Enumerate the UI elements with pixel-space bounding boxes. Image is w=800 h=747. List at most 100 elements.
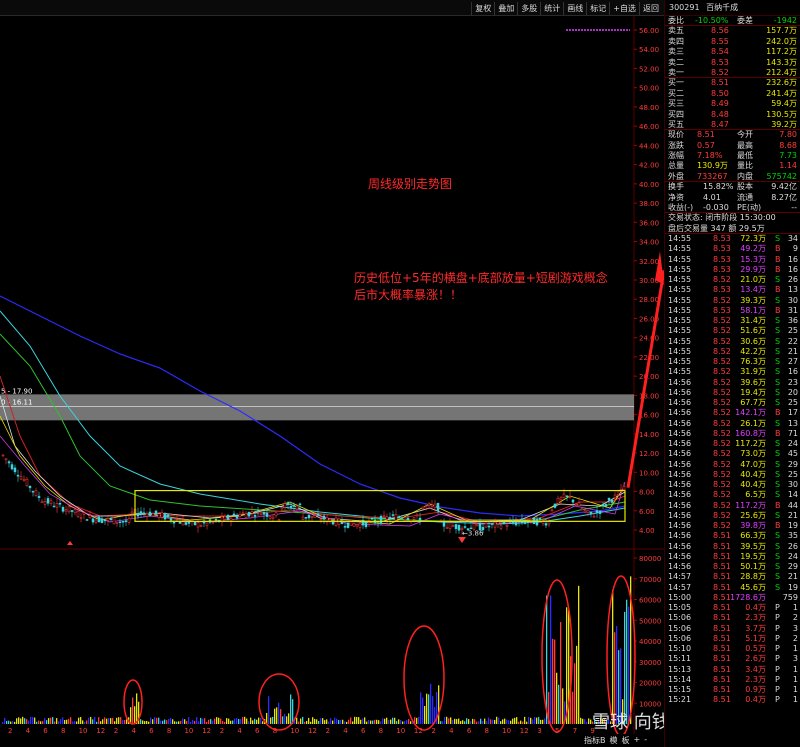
volume-bar xyxy=(262,721,264,724)
candle-body xyxy=(382,514,386,517)
price-tick-label: 32.00 xyxy=(639,258,659,266)
volume-bar xyxy=(316,719,318,724)
tick-side: P xyxy=(775,644,780,654)
candle-body xyxy=(163,513,167,520)
candle-body xyxy=(112,517,116,525)
quote-value: 1.14 xyxy=(779,161,797,171)
candle-body xyxy=(115,522,119,524)
candle-body xyxy=(118,521,122,523)
quote-value: 15.82% xyxy=(703,182,734,192)
kline-chart-svg[interactable]: 56.0054.0052.0050.0048.0046.0044.0042.00… xyxy=(0,16,664,734)
candle-body xyxy=(265,512,269,517)
volume-bar xyxy=(292,699,294,724)
tick-time: 14:56 xyxy=(668,521,692,531)
candle-body xyxy=(268,516,272,519)
volume-bar xyxy=(170,717,172,724)
tick-count: 1 xyxy=(792,674,798,684)
tick-side: S xyxy=(775,480,781,490)
tick-time: 14:56 xyxy=(668,428,692,438)
quote-label: PE(动) xyxy=(737,203,762,213)
tick-row: 14:56 8.52 25.6万 S 21 xyxy=(665,511,800,521)
tick-amount: 0.5万 xyxy=(745,644,766,654)
candle-body xyxy=(31,490,35,493)
candle-body xyxy=(136,513,140,517)
volume-bar xyxy=(18,717,20,724)
quote-value: 4.01 xyxy=(703,192,721,202)
tick-price: 8.51 xyxy=(713,582,731,592)
candle-body xyxy=(520,518,524,523)
candle-body xyxy=(76,510,80,517)
tick-price: 8.51 xyxy=(713,572,731,582)
toolbar-button[interactable]: 多股 xyxy=(517,2,540,15)
volume-bar xyxy=(318,720,320,724)
volume-bar xyxy=(240,719,242,724)
volume-bar xyxy=(626,599,628,724)
volume-bar xyxy=(350,717,352,724)
tick-amount: 73.0万 xyxy=(740,449,766,459)
candle-body xyxy=(403,518,407,521)
tick-row: 15:06 8.51 2.3万 P 2 xyxy=(665,613,800,623)
volume-bar xyxy=(220,718,222,724)
tick-row: 14:56 8.52 47.0万 S 29 xyxy=(665,460,800,470)
ask-label: 卖二 xyxy=(668,57,684,67)
tick-count: 19 xyxy=(787,582,798,592)
x-axis-label: 2 xyxy=(114,727,118,734)
volume-bar xyxy=(94,716,96,724)
tick-amount: 3.7万 xyxy=(745,623,766,633)
quote-label: 股本 xyxy=(737,182,753,192)
toolbar-button[interactable]: 画线 xyxy=(563,2,586,15)
volume-bar xyxy=(42,721,44,724)
quote-value: -0.030 xyxy=(703,203,729,213)
tick-time: 14:55 xyxy=(668,275,692,285)
toolbar-button[interactable]: 返回 xyxy=(639,2,662,15)
volume-bar xyxy=(346,721,348,724)
toolbar-button[interactable]: 复权 xyxy=(471,2,494,15)
bottom-tab[interactable]: 指标B xyxy=(584,735,606,747)
bottom-tab[interactable]: + xyxy=(634,735,641,747)
volume-bar xyxy=(244,716,246,724)
toolbar-button[interactable]: 标记 xyxy=(586,2,609,15)
volume-bar xyxy=(242,717,244,724)
ask-volume: 157.7万 xyxy=(766,26,797,36)
tick-amount: 160.8万 xyxy=(735,428,766,438)
quote-label: 量比 xyxy=(737,161,753,171)
volume-bar xyxy=(522,721,524,724)
ask-price: 8.53 xyxy=(711,57,729,67)
trade-status: 交易状态: 闭市阶段 15:30:00 xyxy=(668,213,776,223)
candle-body xyxy=(154,510,158,515)
volume-bar xyxy=(366,721,368,724)
tick-count: 26 xyxy=(787,541,798,551)
tick-time: 14:55 xyxy=(668,254,692,264)
ask-row: 卖三 8.54 117.2万 xyxy=(665,47,800,57)
volume-bar xyxy=(450,717,452,724)
candle-body xyxy=(184,522,188,525)
tick-side: S xyxy=(775,510,781,520)
volume-bar xyxy=(100,721,102,724)
breakout-arrowhead xyxy=(655,251,664,285)
kline-chart-area[interactable]: 56.00 54.00 52.00 50.00 48.00 46.00 44.00 42.00… xyxy=(0,16,664,734)
volume-bar xyxy=(302,716,304,724)
candle-body xyxy=(388,516,392,520)
tick-row: 14:55 8.53 13.4万 B 13 xyxy=(665,285,800,295)
volume-bar xyxy=(390,719,392,724)
tick-price: 8.52 xyxy=(713,398,731,408)
bottom-tab[interactable]: 板 xyxy=(622,735,630,747)
candle-body xyxy=(127,518,131,523)
tick-price: 8.52 xyxy=(713,418,731,428)
volume-bar xyxy=(66,719,68,724)
tick-count: 1 xyxy=(792,695,798,705)
x-axis-label: 4 xyxy=(26,727,31,734)
quote-row: 总量 130.9万 量比 1.14 xyxy=(665,161,800,171)
toolbar-button[interactable]: +自选 xyxy=(609,2,639,15)
quote-row: 换手 15.82% 股本 9.42亿 xyxy=(665,182,800,192)
quote-value: 7.18% xyxy=(697,151,723,161)
price-tick-label: 4.00 xyxy=(639,527,655,535)
x-axis-label: 10 xyxy=(184,727,193,734)
toolbar-button[interactable]: 统计 xyxy=(540,2,563,15)
toolbar-button[interactable]: 叠加 xyxy=(494,2,517,15)
price-tick-label: 20.00 xyxy=(639,373,659,381)
bottom-tab[interactable]: 模 xyxy=(610,735,618,747)
tick-list[interactable]: 14:55 8.53 72.3万 S 34 14:55 8.53 49.2万 B 9 14:55 8.… xyxy=(665,234,800,706)
volume-bar xyxy=(16,718,18,724)
bottom-tab[interactable]: - xyxy=(644,735,647,747)
